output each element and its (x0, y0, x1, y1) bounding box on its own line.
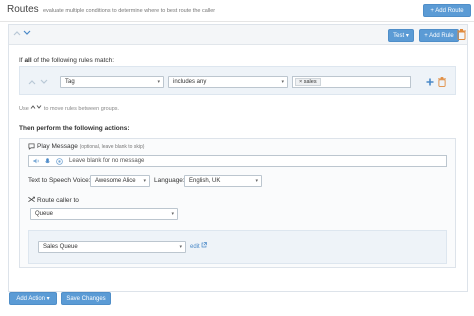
route-target-select[interactable]: Queue ▾ (30, 208, 178, 220)
page-title: Routes (7, 4, 39, 15)
volume-icon[interactable] (33, 158, 40, 168)
shuffle-icon (28, 196, 35, 205)
page-subtitle: evaluate multiple conditions to determin… (43, 8, 216, 14)
actions-heading: Then perform the following actions: (19, 125, 130, 132)
language-label: Language: (154, 177, 185, 184)
message-placeholder: Leave blank for no message (69, 158, 145, 164)
save-changes-button[interactable]: Save Changes (61, 292, 111, 305)
rule-trash-icon[interactable] (438, 77, 446, 89)
chevron-down-icon[interactable] (23, 29, 31, 39)
play-message-input[interactable]: Leave blank for no message (28, 155, 447, 167)
add-route-button[interactable]: + Add Route (423, 4, 471, 17)
rule-operator-select[interactable]: includes any ▾ (168, 76, 288, 88)
move-rules-hint: Use to move rules between groups. (19, 105, 120, 112)
tag-chip[interactable]: × sales (295, 78, 321, 86)
language-select[interactable]: English, UK ▾ (184, 175, 262, 187)
queue-select[interactable]: Sales Queue ▾ (38, 241, 186, 253)
tts-voice-select[interactable]: Awesome Alice ▾ (90, 175, 150, 187)
route-caller-label: Route caller to (37, 197, 79, 204)
edit-queue-link[interactable]: edit (190, 242, 208, 250)
match-condition-label: If all of the following rules match: (19, 57, 115, 64)
add-icon[interactable] (426, 78, 434, 88)
rule-chevron-up-icon[interactable] (28, 78, 36, 88)
rule-chevron-down-icon[interactable] (40, 78, 48, 88)
record-icon[interactable] (56, 158, 63, 169)
add-action-button[interactable]: Add Action ▾ (9, 292, 57, 305)
routes-header: Routes evaluate multiple conditions to d… (0, 0, 474, 22)
rule-field-select[interactable]: Tag ▾ (60, 76, 164, 88)
route-panel-header: Test ▾ + Add Rule (9, 25, 467, 45)
message-icon (28, 143, 35, 152)
move-arrows-icon (30, 105, 42, 109)
microphone-icon[interactable] (45, 158, 50, 169)
play-message-label: Play Message (optional, leave blank to s… (37, 143, 145, 150)
external-link-icon (202, 242, 208, 248)
add-rule-button[interactable]: + Add Rule (419, 29, 459, 42)
chevron-up-icon[interactable] (13, 29, 21, 39)
tts-voice-label: Text to Speech Voice: (28, 177, 91, 184)
test-button[interactable]: Test ▾ (388, 29, 414, 42)
rule-tag-input[interactable]: × sales (292, 76, 411, 88)
trash-icon[interactable] (457, 29, 466, 42)
